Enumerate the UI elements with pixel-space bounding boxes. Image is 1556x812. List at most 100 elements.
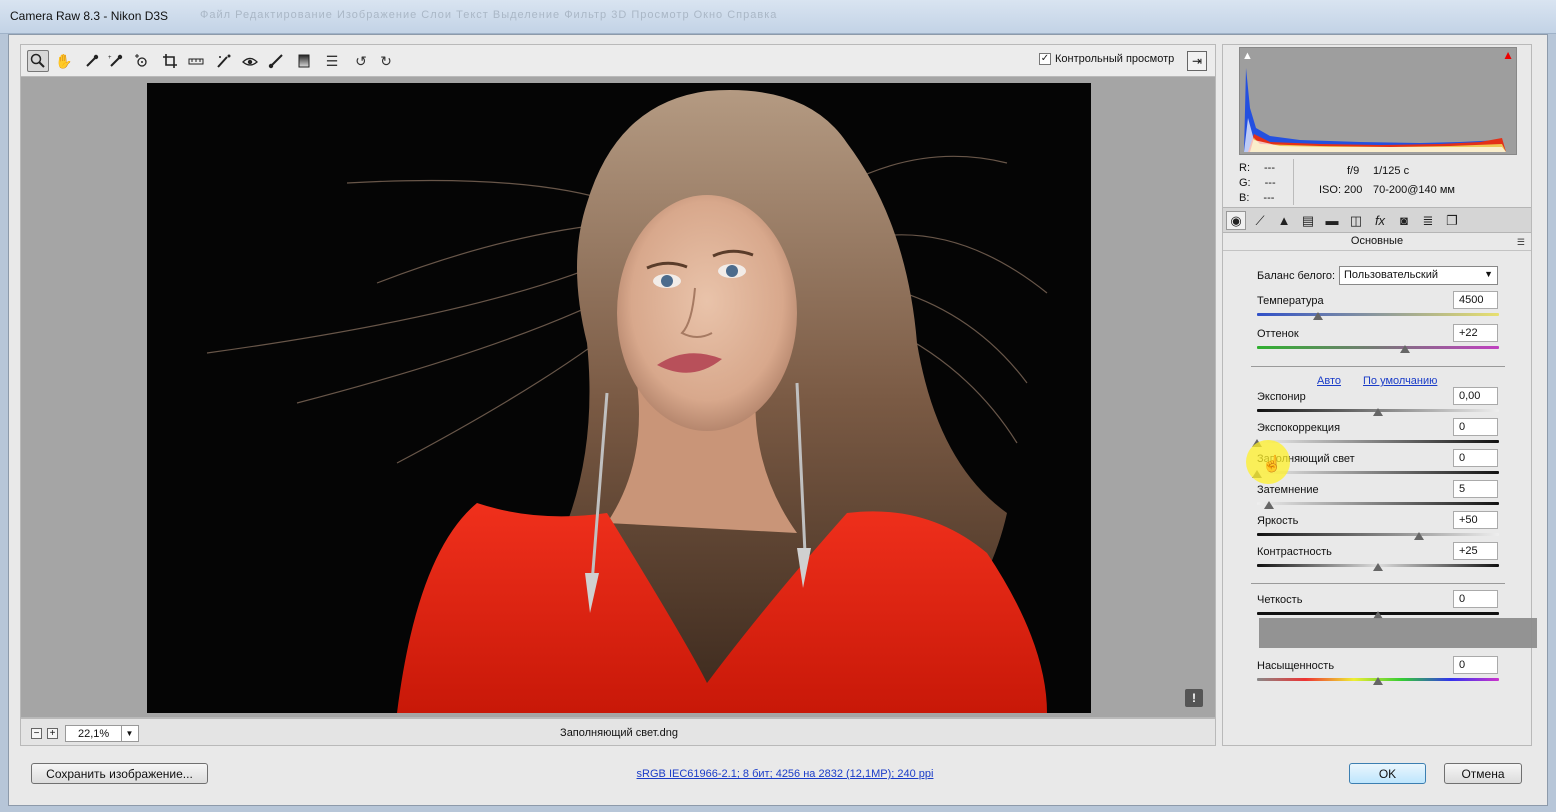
slider-thumb[interactable] (1312, 312, 1323, 320)
info-divider (1293, 159, 1294, 205)
r-label: R: (1239, 162, 1250, 174)
file-name: Заполняющий свет.dng (560, 727, 678, 739)
divider (1223, 250, 1531, 251)
slider-label: Экспонир (1257, 391, 1306, 403)
tab-tone-curve-icon[interactable]: ⟋ (1250, 211, 1270, 230)
ok-button[interactable]: OK (1349, 763, 1426, 784)
slider-value-field[interactable]: 0 (1453, 449, 1498, 467)
g-value: --- (1264, 177, 1276, 189)
slider-track[interactable] (1257, 313, 1499, 316)
obscured-region (1259, 618, 1537, 648)
slider-value-field[interactable]: 0 (1453, 656, 1498, 674)
hand-cursor-icon: ☝ (1262, 456, 1282, 473)
default-link[interactable]: По умолчанию (1363, 375, 1437, 387)
preferences-icon[interactable]: ☰ (321, 50, 343, 72)
white-balance-select[interactable]: Пользовательский ▼ (1339, 266, 1498, 285)
red-eye-icon[interactable] (239, 50, 261, 72)
window-title: Camera Raw 8.3 - Nikon D3S (10, 9, 169, 23)
divider (1251, 583, 1505, 584)
color-sampler-icon[interactable]: + (105, 50, 127, 72)
targeted-adjustment-icon[interactable] (131, 50, 153, 72)
tab-basic-icon[interactable]: ◉ (1226, 211, 1246, 230)
slider-value-field[interactable]: 4500 (1453, 291, 1498, 309)
white-balance-eyedropper-icon[interactable] (81, 50, 103, 72)
rgb-readout: R: --- G: --- B: --- (1239, 161, 1276, 206)
title-bar: Camera Raw 8.3 - Nikon D3S Файл Редактир… (0, 0, 1556, 34)
photo-preview[interactable] (147, 83, 1091, 713)
cancel-button[interactable]: Отмена (1444, 763, 1522, 784)
highlight-clipping-icon[interactable]: ▲ (1502, 48, 1514, 62)
tab-camera-calibration-icon[interactable]: ◙ (1394, 211, 1414, 230)
graduated-filter-icon[interactable] (293, 50, 315, 72)
adjustment-brush-icon[interactable] (265, 50, 287, 72)
slider-value-field[interactable]: 0 (1453, 418, 1498, 436)
histogram: ▲ ▲ (1239, 47, 1517, 155)
tab-snapshots-icon[interactable]: ❐ (1442, 211, 1462, 230)
tab-presets-icon[interactable]: ≣ (1418, 211, 1438, 230)
slider-track[interactable] (1257, 346, 1499, 349)
rotate-ccw-icon[interactable]: ↺ (350, 50, 372, 72)
shutter-speed: 1/125 с (1373, 165, 1410, 177)
panel-tabs: ◉ ⟋ ▲ ▤ ▬ ◫ fx ◙ ≣ ❐ (1223, 207, 1531, 233)
slider-value-field[interactable]: 0 (1453, 590, 1498, 608)
tab-detail-icon[interactable]: ▲ (1274, 211, 1294, 230)
slider-label: Экспокоррекция (1257, 422, 1341, 434)
workflow-options-link[interactable]: sRGB IEC61966-2.1; 8 бит; 4256 на 2832 (… (0, 768, 1556, 780)
fullscreen-icon[interactable]: ⇥ (1187, 51, 1207, 71)
lens-info: 70-200@140 мм (1373, 184, 1455, 196)
hand-icon[interactable]: ✋ (53, 50, 75, 72)
rotate-cw-icon[interactable]: ↻ (375, 50, 397, 72)
slider-thumb[interactable] (1414, 532, 1425, 540)
slider-label: Затемнение (1257, 484, 1319, 496)
b-value: --- (1263, 192, 1275, 204)
r-value: --- (1264, 162, 1275, 174)
tab-split-toning-icon[interactable]: ▬ (1322, 211, 1342, 230)
slider-value-field[interactable]: +25 (1453, 542, 1498, 560)
panel-title: Основные (1350, 235, 1404, 247)
tab-hsl-icon[interactable]: ▤ (1298, 211, 1318, 230)
slider-track[interactable] (1257, 440, 1499, 443)
crop-icon[interactable] (159, 50, 181, 72)
tab-effects-icon[interactable]: fx (1370, 211, 1390, 230)
background-menu: Файл Редактирование Изображение Слои Тек… (200, 9, 778, 21)
tab-lens-icon[interactable]: ◫ (1346, 211, 1366, 230)
slider-thumb[interactable] (1373, 677, 1383, 685)
auto-link[interactable]: Авто (1317, 375, 1341, 387)
slider-track[interactable] (1257, 502, 1499, 505)
chevron-down-icon: ▼ (1484, 269, 1493, 279)
spot-removal-icon[interactable] (213, 50, 235, 72)
histogram-graph (1244, 68, 1506, 152)
iso: ISO: 200 (1319, 184, 1363, 196)
slider-value-field[interactable]: 0,00 (1453, 387, 1498, 405)
slider-value-field[interactable]: 5 (1453, 480, 1498, 498)
slider-track[interactable] (1257, 471, 1499, 474)
slider-label: Насыщенность (1257, 660, 1335, 672)
slider-value-field[interactable]: +50 (1453, 511, 1498, 529)
slider-thumb[interactable] (1373, 408, 1383, 416)
status-bar: − + 22,1% ▼ Заполняющий свет.dng (20, 718, 1216, 746)
warning-icon[interactable]: ! (1185, 689, 1203, 707)
slider-thumb[interactable] (1399, 345, 1410, 353)
preview-checkbox[interactable]: ✓ (1039, 53, 1051, 65)
slider-thumb[interactable] (1373, 563, 1383, 571)
image-canvas[interactable]: ! (20, 76, 1216, 718)
slider-value-field[interactable]: +22 (1453, 324, 1498, 342)
aperture: f/9 (1347, 165, 1360, 177)
b-label: B: (1239, 192, 1250, 204)
panel-menu-icon[interactable]: ☰ (1517, 237, 1525, 248)
preview-label: Контрольный просмотр (1055, 53, 1175, 65)
slider-label: Температура (1257, 295, 1324, 307)
white-balance-label: Баланс белого: (1257, 270, 1336, 282)
straighten-icon[interactable] (185, 50, 207, 72)
toolbar: ✋ + ☰ ↺ ↻ ✓ Контрольный просмотр ⇥ (20, 44, 1216, 76)
shadow-clipping-icon[interactable]: ▲ (1242, 50, 1253, 62)
preview-toggle[interactable]: ✓ Контрольный просмотр (1039, 53, 1174, 65)
slider-label: Оттенок (1257, 328, 1299, 340)
slider-track[interactable] (1257, 533, 1499, 536)
g-label: G: (1239, 177, 1251, 189)
divider (1251, 366, 1505, 367)
slider-label: Четкость (1257, 594, 1303, 606)
zoom-icon[interactable] (27, 50, 49, 72)
slider-thumb[interactable] (1264, 501, 1275, 509)
white-balance-value: Пользовательский (1344, 269, 1438, 281)
